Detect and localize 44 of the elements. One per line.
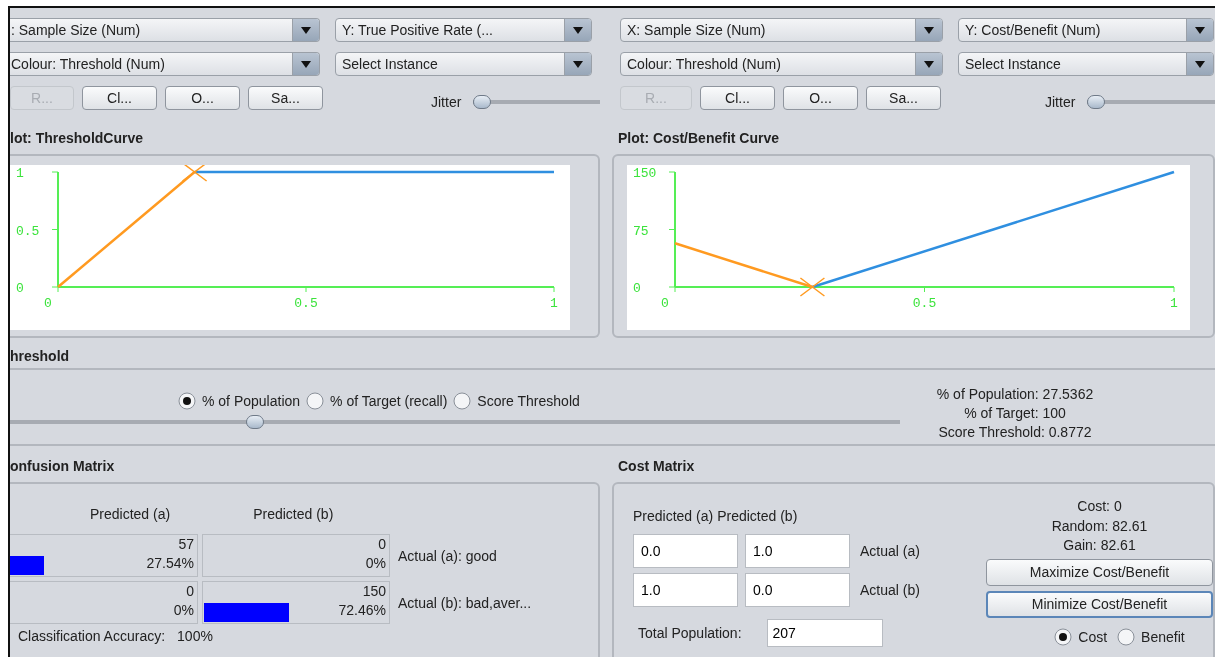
x-tick-label: 0.5 xyxy=(294,296,318,311)
cell-percent: 72.46% xyxy=(338,601,386,620)
row-label: Actual (a): good xyxy=(398,547,497,564)
column-header: Predicted (a) xyxy=(90,506,171,524)
section-title: onfusion Matrix xyxy=(10,458,116,476)
cell-count: 57 xyxy=(178,535,194,554)
threshold-stat: % of Population: 27.5362 xyxy=(935,385,1095,404)
y-tick-label: 0 xyxy=(633,281,641,296)
y-tick-label: 75 xyxy=(633,223,649,239)
cost-stat: Cost: 0 xyxy=(1077,497,1122,516)
cost-stat: Gain: 82.61 xyxy=(1063,536,1136,555)
row-label: Actual (a) xyxy=(860,543,920,559)
jitter-label: Jitter xyxy=(431,94,462,110)
section-title: hreshold xyxy=(10,348,71,366)
y-tick-label: 150 xyxy=(633,166,657,181)
cell-percent: 27.54% xyxy=(146,554,194,573)
total-population-label: Total Population: xyxy=(638,625,742,641)
column-header: Predicted (b) xyxy=(253,506,334,524)
x-tick-label: 0 xyxy=(44,296,52,311)
row-label: Actual (b): bad,aver... xyxy=(398,594,532,611)
plot-title: Plot: Cost/Benefit Curve xyxy=(617,130,780,148)
threshold-stat: Score Threshold: 0.8772 xyxy=(937,423,1093,442)
section-title: Cost Matrix xyxy=(617,458,696,476)
cell-count: 0 xyxy=(378,535,386,554)
cell-percent: 0% xyxy=(173,601,194,620)
cost-stat: Random: 82.61 xyxy=(1051,516,1148,536)
accuracy-value: 100% xyxy=(177,628,213,644)
x-tick-label: 1 xyxy=(550,296,558,311)
y-tick-label: 0 xyxy=(16,281,24,296)
x-tick-label: 0 xyxy=(661,296,669,311)
column-header: Predicted (b) xyxy=(717,508,798,526)
plot-title: lot: ThresholdCurve xyxy=(10,130,144,148)
row-label: Actual (b) xyxy=(860,582,920,598)
cell-percent: 0% xyxy=(365,554,386,573)
x-tick-label: 0.5 xyxy=(912,296,937,311)
column-header: Predicted (a) xyxy=(633,508,714,526)
y-tick-label: 0.5 xyxy=(16,223,40,239)
y-tick-label: 1 xyxy=(16,166,24,181)
x-tick-label: 1 xyxy=(1170,296,1178,311)
threshold-stat: % of Target: 100 xyxy=(963,404,1067,423)
cell-count: 0 xyxy=(186,582,194,601)
jitter-label: Jitter xyxy=(1045,94,1076,110)
cell-count: 150 xyxy=(362,582,386,601)
accuracy-label: Classification Accuracy: xyxy=(18,628,166,644)
